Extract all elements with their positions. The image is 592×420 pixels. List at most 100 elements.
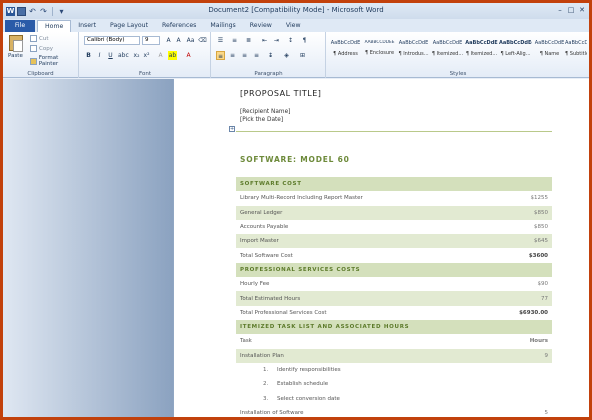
row-label: Total Software Cost [240, 252, 293, 259]
style-address[interactable]: AaBbCcDdE ¶ Address [329, 36, 362, 62]
tab-references[interactable]: References [155, 20, 203, 32]
font-group-label: Font [139, 71, 151, 77]
style-name: ¶ Enclosure [364, 50, 395, 56]
minimize-icon[interactable]: – [555, 5, 565, 15]
align-right-icon[interactable]: ≡ [240, 51, 249, 60]
format-painter-label: Format Painter [38, 55, 59, 67]
style-name: ¶ Left-Alig... [500, 51, 531, 57]
style-preview: AaBbCcDdEe [499, 40, 532, 46]
style-introduction[interactable]: AaBbCcDdE ¶ Introdus... [397, 36, 430, 62]
row-value: $645 [534, 238, 548, 245]
table-row: Accounts Payable $850 [236, 220, 552, 234]
style-name: ¶ Subtitle [565, 51, 587, 57]
sort-icon[interactable]: ↕ [286, 36, 295, 45]
shading-icon[interactable]: ◈ [282, 51, 291, 60]
row-label: Library Multi-Record Including Report Ma… [240, 195, 363, 202]
tab-mailings[interactable]: Mailings [203, 20, 242, 32]
style-preview: AaBbCcDdEe [565, 40, 587, 46]
text-effects-icon[interactable]: A [156, 51, 165, 60]
clear-formatting-icon[interactable]: ⌫ [198, 36, 207, 45]
copy-icon [30, 45, 37, 52]
change-case-icon[interactable]: Aa [186, 36, 195, 45]
style-name: ¶ Name [539, 51, 560, 57]
bullets-icon[interactable]: ☰ [216, 36, 225, 45]
borders-icon[interactable]: ⊞ [298, 51, 307, 60]
ribbon-tabs: File Home Insert Page Layout References … [3, 19, 589, 32]
proposal-title[interactable]: [PROPOSAL TITLE] [240, 89, 321, 98]
underline-icon[interactable]: U [106, 51, 115, 60]
document-area: [PROPOSAL TITLE] [Recipient Name] [Pick … [3, 79, 589, 417]
format-painter-icon [30, 57, 37, 65]
font-color-icon[interactable]: A [184, 51, 193, 60]
table-move-handle-icon[interactable]: + [229, 126, 235, 132]
grow-font-icon[interactable]: A [164, 36, 173, 45]
justify-icon[interactable]: ≡ [252, 51, 261, 60]
superscript-icon[interactable]: x² [142, 51, 151, 60]
copy-label: Copy [39, 45, 53, 52]
multilevel-list-icon[interactable]: ≣ [244, 36, 253, 45]
styles-group-label: Styles [449, 71, 467, 77]
shrink-font-icon[interactable]: A [174, 36, 183, 45]
close-icon[interactable]: ✕ [577, 5, 587, 15]
row-value: $1255 [530, 195, 549, 202]
line-spacing-icon[interactable]: ↨ [266, 51, 275, 60]
document-page[interactable]: [PROPOSAL TITLE] [Recipient Name] [Pick … [174, 79, 589, 417]
date-picker-field[interactable]: [Pick the Date] [240, 117, 283, 123]
bold-icon[interactable]: B [84, 51, 93, 60]
style-itemized-2[interactable]: AaBbCcDdE ¶ Itemized... [465, 36, 498, 62]
row-value: 77 [541, 295, 548, 302]
style-enclosure[interactable]: AABBCCDDEE ¶ Enclosure [363, 36, 396, 62]
italic-icon[interactable]: I [95, 51, 104, 60]
row-label: Total Professional Services Cost [240, 309, 327, 316]
numbering-icon[interactable]: ≡ [230, 36, 239, 45]
ribbon: Paste Cut Copy Format Painter Clipboard … [3, 32, 589, 78]
style-name[interactable]: AaBbCcDdE ¶ Name [533, 36, 566, 62]
copy-button[interactable]: Copy [30, 45, 53, 52]
format-painter-button[interactable]: Format Painter [30, 55, 78, 67]
paragraph-group: ☰ ≡ ≣ ⇤ ⇥ ↕ ¶ ≡ ≡ ≡ ≡ ↨ ◈ ⊞ Paragraph [212, 32, 326, 78]
tab-view[interactable]: View [279, 20, 308, 32]
paste-icon[interactable] [9, 35, 23, 52]
left-gutter [3, 79, 173, 417]
row-label: Installation of Software [240, 409, 304, 416]
style-preview: AaBbCcDdE [465, 40, 498, 46]
font-name-select[interactable]: Calibri (Body) [84, 36, 140, 45]
row-label: Select conversion date [277, 395, 340, 402]
cost-table: SOFTWARE COST Library Multi-Record Includ… [236, 177, 552, 417]
style-subtitle[interactable]: AaBbCcDdEe ¶ Subtitle [565, 36, 587, 62]
style-name: ¶ Itemized... [465, 51, 498, 57]
font-group: Calibri (Body) 9 A A Aa ⌫ B I U abc x₂ x… [80, 32, 211, 78]
show-formatting-icon[interactable]: ¶ [300, 36, 309, 45]
row-label: Task [240, 338, 252, 345]
highlight-icon[interactable]: ab [168, 51, 177, 60]
style-preview: AABBCCDDEE [364, 40, 395, 45]
font-size-select[interactable]: 9 [142, 36, 160, 45]
strikethrough-icon[interactable]: abc [118, 51, 129, 60]
align-center-icon[interactable]: ≡ [228, 51, 237, 60]
tab-file[interactable]: File [5, 20, 35, 32]
tab-page-layout[interactable]: Page Layout [103, 20, 155, 32]
tab-insert[interactable]: Insert [71, 20, 103, 32]
table-row: Total Software Cost $3600 [236, 248, 552, 262]
list-number: 2. [263, 381, 269, 388]
table-row: Hourly Fee $90 [236, 277, 552, 291]
decrease-indent-icon[interactable]: ⇤ [260, 36, 269, 45]
style-preview: AaBbCcDdE [330, 40, 361, 46]
paste-button[interactable]: Paste [8, 53, 23, 59]
table-row: Import Master $645 [236, 234, 552, 249]
table-row: Installation of Software 5 [236, 406, 552, 417]
align-left-icon[interactable]: ≡ [216, 51, 225, 60]
table-section-header: SOFTWARE COST [236, 177, 552, 192]
maximize-icon[interactable]: □ [566, 5, 576, 15]
tab-home[interactable]: Home [37, 20, 72, 32]
increase-indent-icon[interactable]: ⇥ [272, 36, 281, 45]
cut-label: Cut [39, 35, 49, 42]
style-left-aligned[interactable]: AaBbCcDdEe ¶ Left-Alig... [499, 36, 532, 62]
cut-button[interactable]: Cut [30, 35, 48, 42]
clipboard-group-label: Clipboard [27, 71, 54, 77]
subscript-icon[interactable]: x₂ [132, 51, 141, 60]
style-itemized-1[interactable]: AaBbCcDdE ¶ Itemized... [431, 36, 464, 62]
section-heading: SOFTWARE: MODEL 60 [240, 155, 350, 164]
recipient-name[interactable]: [Recipient Name] [240, 109, 290, 115]
tab-review[interactable]: Review [243, 20, 279, 32]
